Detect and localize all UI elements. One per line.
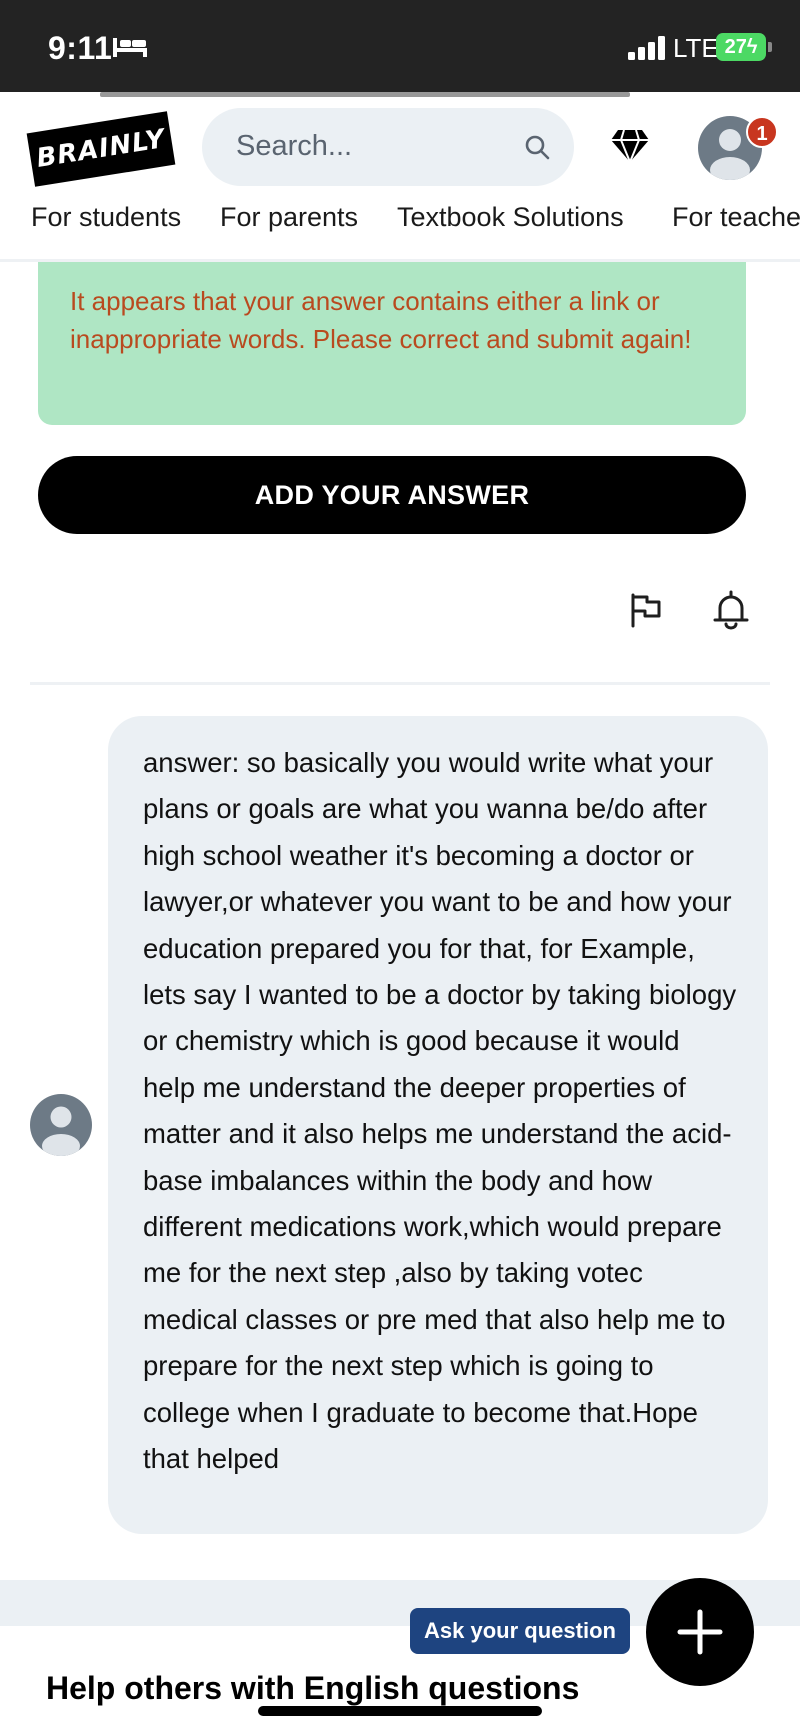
battery-level: 27: [724, 36, 747, 58]
answerer-avatar-icon[interactable]: [30, 1094, 92, 1156]
network-type: LTE: [673, 33, 719, 63]
nav-for-students[interactable]: For students: [31, 202, 181, 233]
status-time: 9:11: [48, 30, 113, 66]
nav-for-parents[interactable]: For parents: [220, 202, 358, 233]
notification-badge[interactable]: 1: [746, 116, 778, 148]
alert-message: It appears that your answer contains eit…: [70, 286, 692, 354]
ask-your-question-button[interactable]: Ask your question: [410, 1608, 630, 1654]
answer-text: answer: so basically you would write wha…: [143, 747, 737, 1475]
validation-alert: It appears that your answer contains eit…: [38, 262, 746, 425]
battery-charging-icon: 27ϟ: [716, 33, 766, 61]
signal-icon: [628, 36, 665, 60]
nav-textbook-solutions[interactable]: Textbook Solutions: [397, 202, 624, 233]
add-your-answer-button[interactable]: ADD YOUR ANSWER: [38, 456, 746, 534]
search-icon[interactable]: [524, 134, 550, 160]
nav-for-teachers[interactable]: For teache: [672, 202, 800, 233]
battery-cap: [768, 42, 772, 52]
answer-bubble: answer: so basically you would write wha…: [108, 716, 768, 1534]
charging-bolt: ϟ: [746, 36, 758, 58]
diamond-icon[interactable]: [610, 128, 650, 164]
bell-icon[interactable]: [712, 590, 750, 630]
search-bar[interactable]: [202, 108, 574, 186]
scrolled-content-edge: [100, 92, 630, 97]
plus-icon: [677, 1609, 723, 1655]
search-input[interactable]: [236, 126, 516, 166]
top-nav: For students For parents Textbook Soluti…: [0, 202, 800, 246]
add-fab-button[interactable]: [646, 1578, 754, 1686]
status-bar: 9:11 LTE 27ϟ: [0, 0, 800, 92]
help-others-heading: Help others with English questions: [46, 1670, 580, 1706]
home-indicator[interactable]: [258, 1706, 542, 1716]
sleep-mode-icon: [113, 38, 147, 57]
flag-icon[interactable]: [628, 592, 664, 628]
section-divider: [30, 682, 770, 685]
